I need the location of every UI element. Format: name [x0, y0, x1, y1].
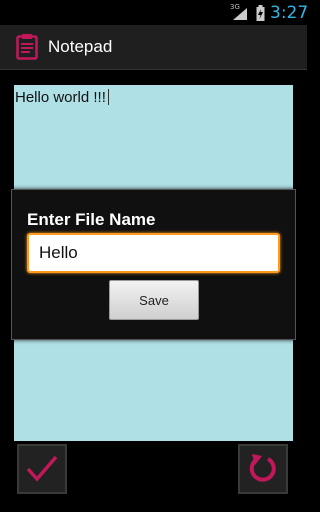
text-caret [107, 89, 109, 105]
action-bar: Notepad [0, 25, 307, 70]
refresh-icon [249, 454, 276, 482]
clock: 3:27 [270, 3, 309, 23]
signal-icon [233, 8, 247, 20]
clipboard-icon[interactable] [16, 33, 38, 60]
refresh-button[interactable] [238, 444, 288, 494]
save-button[interactable]: Save [109, 280, 199, 320]
confirm-button[interactable] [17, 444, 67, 494]
status-bar: 3G 3:27 [0, 0, 309, 25]
save-file-dialog: Enter File Name Save [11, 189, 296, 340]
note-text: Hello world !!! [15, 89, 106, 106]
battery-charging-icon [256, 5, 265, 21]
filename-input[interactable] [27, 233, 280, 273]
checkmark-icon [26, 455, 58, 482]
dialog-title: Enter File Name [27, 210, 156, 229]
app-title: Notepad [48, 37, 113, 56]
